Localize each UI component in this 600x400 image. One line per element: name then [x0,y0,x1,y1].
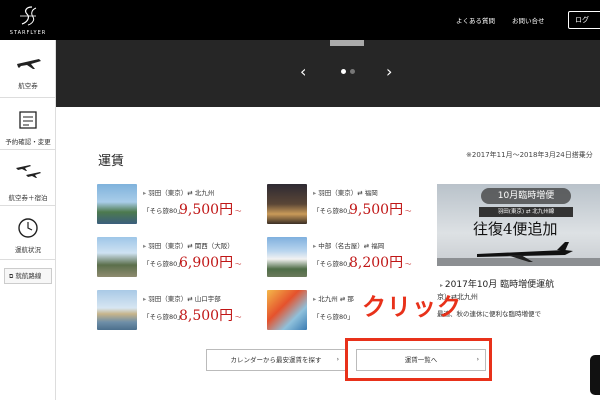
fare-price: 9,500円 [179,202,234,218]
fare-thumbnail [267,237,307,277]
fare-price-suffix: 〜 [235,207,242,215]
fare-thumbnail [97,237,137,277]
chevron-right-icon: › [336,356,339,363]
fare-plan: 「そら旅80」 [313,313,354,321]
route-map-button[interactable]: ⧉ 就航路線 [4,268,52,284]
fare-price-suffix: 〜 [235,313,242,321]
fare-item[interactable]: ▸ 羽田（東京）⇄ 関西（大阪） 「そら旅80」 6,900円 〜 [97,237,257,281]
top-bar: STARFLYER よくある質問 お問い合せ ログ [0,0,600,40]
sidebar-item-label: 航空券＋宿泊 [8,194,48,202]
logo-text: STARFLYER [9,30,47,36]
page: STARFLYER よくある質問 お問い合せ ログ 航空券 予約確認・変更 航空… [0,0,600,400]
fare-period-note: ※2017年11月〜2018年3月24日搭乗分 [466,151,593,159]
fare-plan: 「そら旅80」 [143,207,184,215]
chat-tab[interactable] [590,355,600,395]
slider-prev-button[interactable]: ‹ [300,62,306,81]
promo-banner-heading: 10月臨時増便 [481,188,571,204]
contact-link[interactable]: お問い合せ [512,15,545,25]
fare-route: ▸ 羽田（東京）⇄ 山口宇部 [143,295,221,303]
sidebar: 航空券 予約確認・変更 航空券＋宿泊 運航状況 ⧉ 就航路線 [0,40,56,400]
sidebar-item-label: 運航状況 [15,246,41,254]
fare-price: 6,900円 [179,255,234,271]
fare-route: ▸ 羽田（東京）⇄ 福岡 [313,189,378,197]
fare-item[interactable]: ▸ 羽田（東京）⇄ 山口宇部 「そら旅80」 8,500円 〜 [97,290,257,334]
fare-plan: 「そら旅80」 [143,260,184,268]
slider-next-button[interactable]: › [386,62,392,81]
fare-route: ▸ 北九州 ⇄ 那 [313,295,354,303]
sidebar-item-flight-hotel[interactable]: 航空券＋宿泊 [0,150,56,206]
logo-mark-icon [20,6,37,26]
clock-icon [18,218,38,238]
fare-item[interactable]: ▸ 中部（名古屋）⇄ 福岡 「そら旅80」 8,200円 〜 [267,237,427,281]
fare-route: ▸ 羽田（東京）⇄ 関西（大阪） [143,242,234,250]
plane-hotel-icon [16,165,41,178]
sidebar-item-flight-status[interactable]: 運航状況 [0,206,56,260]
fare-thumbnail [97,290,137,330]
ticket-icon [19,111,37,129]
fare-thumbnail [97,184,137,224]
fare-route: ▸ 中部（名古屋）⇄ 福岡 [313,242,385,250]
login-button[interactable]: ログ [568,11,600,29]
airplane-icon [437,242,600,266]
click-annotation: クリック [362,293,462,321]
fare-item[interactable]: ▸ 羽田（東京）⇄ 北九州 「そら旅80」 9,500円 〜 [97,184,257,228]
route-map-label: 就航路線 [15,272,42,280]
fare-thumbnail [267,184,307,224]
fare-price: 8,500円 [179,308,234,324]
hero-slider: ‹ › [56,40,600,107]
fare-thumbnail [267,290,307,330]
fare-route: ▸ 羽田（東京）⇄ 北九州 [143,189,215,197]
fare-price: 9,500円 [349,202,404,218]
starflyer-logo[interactable]: STARFLYER [0,0,56,40]
promo-banner-headline: 往復4便追加 [473,220,558,238]
airplane-icon [17,59,41,69]
sidebar-item-flight[interactable]: 航空券 [0,40,56,98]
sidebar-item-reservation[interactable]: 予約確認・変更 [0,98,56,150]
fare-plan: 「そら旅80」 [313,207,354,215]
map-icon: ⧉ [9,273,14,280]
fare-item[interactable]: ▸ 羽田（東京）⇄ 福岡 「そら旅80」 9,500円 〜 [267,184,427,228]
slider-tab [330,40,364,46]
promo-banner[interactable]: 10月臨時増便 羽田(東京) ⇄ 北九州線 往復4便追加 [437,184,600,266]
fare-plan: 「そら旅80」 [143,313,184,321]
annotation-highlight-box [345,338,492,381]
calendar-search-label: カレンダーから最安運賃を探す [230,356,322,364]
sidebar-item-label: 航空券 [18,82,38,90]
fare-price-suffix: 〜 [405,260,412,268]
faq-link[interactable]: よくある質問 [456,15,495,25]
fare-price-suffix: 〜 [405,207,412,215]
sidebar-item-label: 予約確認・変更 [5,138,51,146]
slider-dot-active[interactable] [341,69,346,74]
calendar-search-button[interactable]: カレンダーから最安運賃を探す › [206,349,346,371]
fare-plan: 「そら旅80」 [313,260,354,268]
section-title: 運賃 [98,154,125,169]
promo-banner-route: 羽田(東京) ⇄ 北九州線 [479,207,573,217]
fare-price: 8,200円 [349,255,404,271]
slider-dot[interactable] [350,69,355,74]
fare-price-suffix: 〜 [235,260,242,268]
